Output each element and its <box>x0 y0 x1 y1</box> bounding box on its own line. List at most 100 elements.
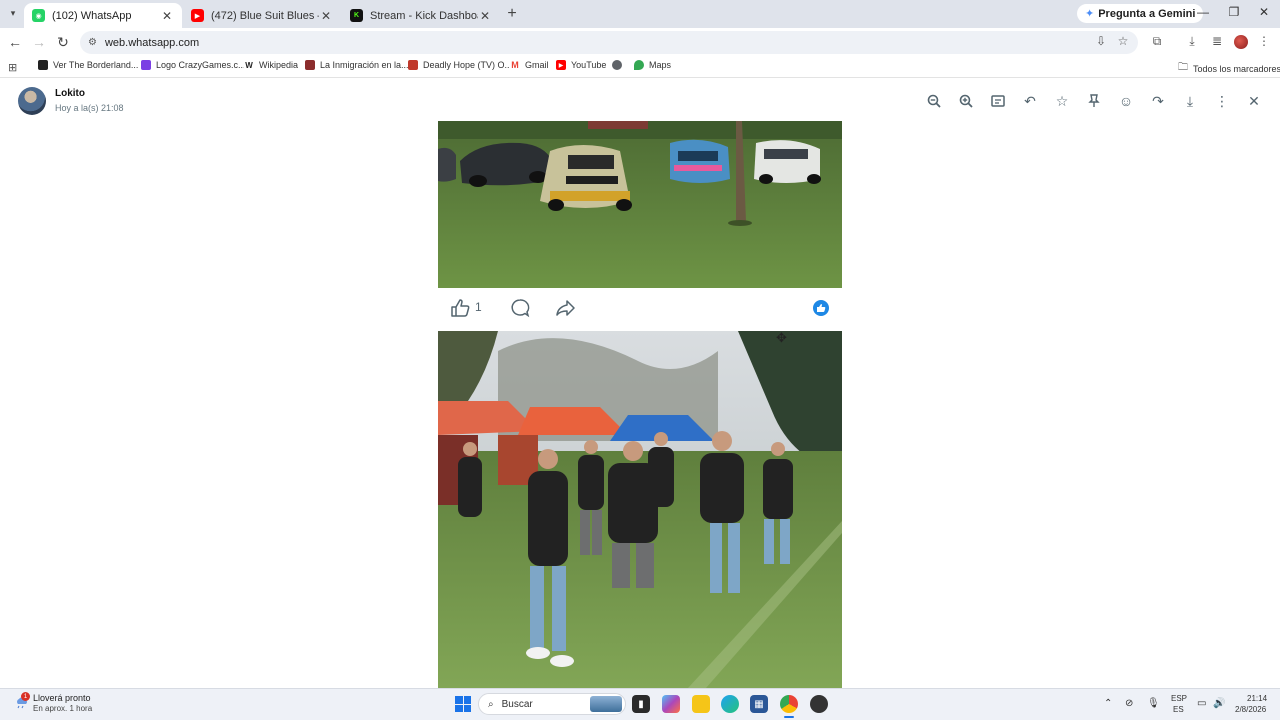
bookmark-item[interactable] <box>612 60 627 70</box>
forward-icon[interactable]: ↷ <box>1150 93 1166 109</box>
gemini-spark-icon: ✦ <box>1085 8 1095 20</box>
profile-avatar[interactable] <box>1234 35 1248 49</box>
new-tab-icon[interactable]: + <box>505 5 519 23</box>
bookmark-item[interactable]: M Gmail <box>510 60 549 70</box>
bookmark-item[interactable]: Ver The Borderland... <box>38 60 138 70</box>
install-app-icon[interactable]: ⇩ <box>1094 34 1108 48</box>
weather-title[interactable]: Lloverá pronto <box>33 693 91 703</box>
tab-strip: ▾ ◉ (102) WhatsApp ✕ ▶ (472) Blue Suit B… <box>0 0 1280 28</box>
file-explorer-icon[interactable] <box>692 695 710 713</box>
task-view-icon[interactable]: ▮ <box>632 695 650 713</box>
bookmark-label: Deadly Hope (TV) O... <box>423 60 513 70</box>
url-text: web.whatsapp.com <box>104 36 200 49</box>
tab-search-list-icon[interactable]: ≣ <box>1209 34 1225 48</box>
close-tab-icon[interactable]: ✕ <box>319 9 333 23</box>
site-info-icon[interactable]: ⚙ <box>88 37 97 48</box>
more-icon[interactable]: ⋮ <box>1214 93 1230 109</box>
app-icon[interactable] <box>810 695 828 713</box>
browser-menu-icon[interactable]: ⋮ <box>1256 34 1272 48</box>
youtube-icon: ▶ <box>556 60 566 70</box>
weather-subtitle: En aprox. 1 hora <box>33 704 93 713</box>
move-cursor-icon: ✥ <box>776 330 787 345</box>
gemini-label: Pregunta a Gemini <box>1098 7 1196 20</box>
apps-grid-icon[interactable]: ⊞ <box>8 61 17 74</box>
clock-time[interactable]: 21:14 <box>1247 694 1267 703</box>
language-code[interactable]: ESP <box>1171 694 1187 703</box>
media-photo-people[interactable] <box>438 331 842 688</box>
reply-icon[interactable]: ↶ <box>1022 93 1038 109</box>
close-tab-icon[interactable]: ✕ <box>160 9 174 23</box>
bookmark-item[interactable]: W Wikipedia <box>244 60 298 70</box>
tab-search-icon[interactable]: ▾ <box>4 4 22 22</box>
close-icon[interactable]: ✕ <box>1246 93 1262 109</box>
like-count: 1 <box>475 300 482 314</box>
search-highlight-image-icon[interactable] <box>590 696 622 712</box>
display-icon[interactable]: ▭ <box>1197 698 1206 709</box>
tab-title: (472) Blue Suit Blues – Chicago <box>211 9 319 22</box>
folder-icon: 🗀 <box>1178 62 1188 73</box>
all-bookmarks[interactable]: 🗀 Todos los marcadores <box>1178 60 1280 77</box>
volume-icon[interactable]: 🔊 <box>1213 698 1225 709</box>
back-icon[interactable]: ← <box>7 34 23 50</box>
comment-icon[interactable] <box>508 296 532 320</box>
whatsapp-icon: ◉ <box>32 9 45 22</box>
globe-icon <box>612 60 622 70</box>
close-tab-icon[interactable]: ✕ <box>478 9 492 23</box>
bookmark-label: Wikipedia <box>259 60 299 70</box>
reaction-bar <box>438 292 842 326</box>
star-icon[interactable]: ☆ <box>1054 93 1070 109</box>
forward-nav-icon[interactable]: → <box>31 34 47 50</box>
weather-badge: 1 <box>21 692 30 701</box>
media-photo-cars[interactable] <box>438 121 842 288</box>
tab-title: Stream - Kick Dashboard <box>370 9 478 22</box>
zoom-in-icon[interactable] <box>958 93 974 109</box>
window-close-icon[interactable]: ✕ <box>1257 5 1271 19</box>
avatar[interactable] <box>18 87 46 115</box>
bookmark-star-icon[interactable]: ☆ <box>1116 34 1130 48</box>
chrome-icon[interactable] <box>780 695 798 713</box>
like-icon[interactable] <box>448 296 472 320</box>
clock-date: 2/8/2026 <box>1235 705 1267 714</box>
bookmark-item[interactable]: Logo CrazyGames.c... <box>141 60 246 70</box>
tray-overflow-icon[interactable]: ⌃ <box>1104 698 1112 709</box>
kick-icon: K <box>350 9 363 22</box>
bookmarks-bar: Ver The Borderland... Logo CrazyGames.c.… <box>0 56 1280 78</box>
maps-icon <box>634 60 644 70</box>
bookmark-label: YouTube <box>571 60 607 70</box>
minimize-icon[interactable]: — <box>1196 5 1210 19</box>
youtube-icon: ▶ <box>191 9 204 22</box>
network-off-icon[interactable]: ⊘ <box>1125 698 1133 709</box>
extensions-icon[interactable]: ⧉ <box>1149 34 1165 49</box>
tab-youtube[interactable]: ▶ (472) Blue Suit Blues – Chicago ✕ <box>183 3 341 28</box>
pin-icon[interactable] <box>1086 93 1102 109</box>
address-bar[interactable]: ⚙ web.whatsapp.com <box>80 31 1138 54</box>
restore-icon[interactable]: ❐ <box>1227 5 1241 19</box>
bookmark-item[interactable]: Maps <box>634 60 671 70</box>
bookmark-item[interactable]: Deadly Hope (TV) O... <box>408 60 512 70</box>
bookmark-label: La Inmigración en la... <box>320 60 409 70</box>
share-icon[interactable] <box>553 296 577 320</box>
tab-kick[interactable]: K Stream - Kick Dashboard ✕ <box>342 3 500 28</box>
gemini-button[interactable]: ✦ Pregunta a Gemini <box>1077 4 1204 23</box>
bookmark-label: Maps <box>649 60 672 70</box>
sent-time: Hoy a la(s) 21:08 <box>55 103 124 113</box>
gmail-icon: M <box>510 60 520 70</box>
store-icon[interactable]: ▦ <box>750 695 768 713</box>
windows-start-icon[interactable] <box>455 696 471 712</box>
edge-icon[interactable] <box>721 695 739 713</box>
microphone-icon[interactable]: 🎙 <box>1147 698 1160 709</box>
bookmark-favicon-icon <box>141 60 151 70</box>
reload-icon[interactable]: ↻ <box>55 34 71 50</box>
bookmark-item[interactable]: ▶ YouTube <box>556 60 606 70</box>
download-icon[interactable]: ⤓ <box>1182 93 1198 109</box>
downloads-icon[interactable]: ⤓ <box>1184 34 1200 49</box>
zoom-out-icon[interactable] <box>926 93 942 109</box>
browser-toolbar: ← → ↻ ⚙ web.whatsapp.com ⇩ ☆ ⧉ ⤓ ≣ ⋮ <box>0 28 1280 56</box>
caption-icon[interactable] <box>990 93 1006 109</box>
bookmark-item[interactable]: La Inmigración en la... <box>305 60 409 70</box>
wikipedia-icon: W <box>244 60 254 70</box>
emoji-icon[interactable]: ☺ <box>1118 93 1134 109</box>
tab-whatsapp[interactable]: ◉ (102) WhatsApp ✕ <box>24 3 182 28</box>
copilot-icon[interactable] <box>662 695 680 713</box>
like-reaction-badge-icon <box>813 300 829 316</box>
